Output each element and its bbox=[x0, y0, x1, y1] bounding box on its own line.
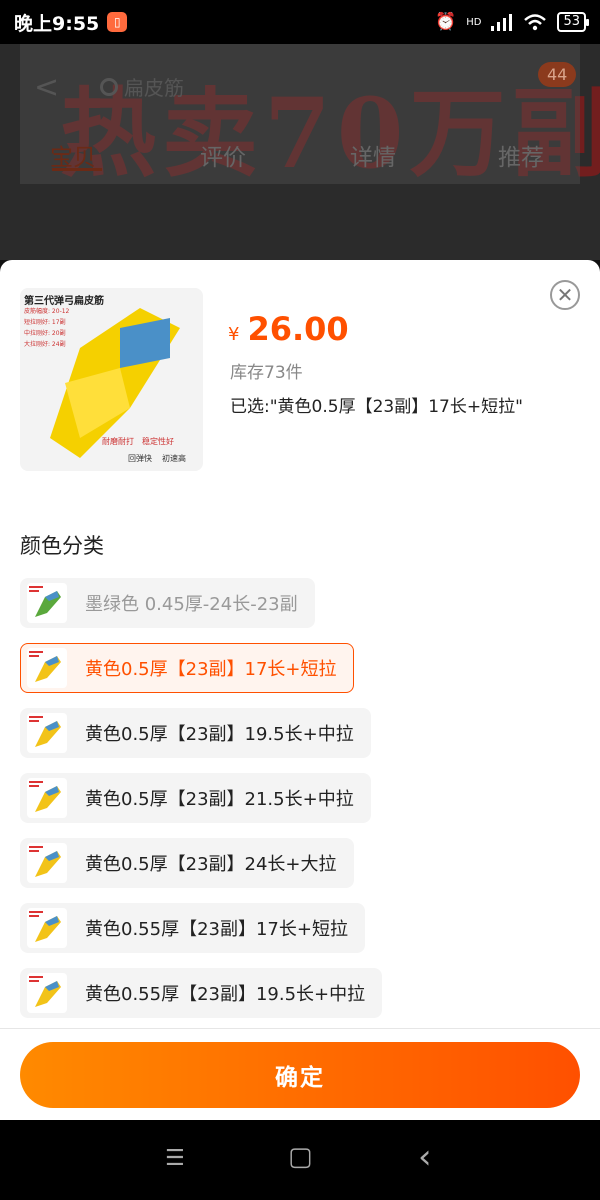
variant-option-label: 黄色0.55厚【23副】17长+短拉 bbox=[85, 919, 348, 940]
status-time: 晚上9:55 bbox=[14, 12, 100, 35]
variant-thumbnail bbox=[27, 648, 67, 688]
menu-icon[interactable]: ☰ bbox=[165, 1148, 185, 1170]
back-nav-icon[interactable]: ‹ bbox=[418, 1140, 432, 1174]
back-icon: < bbox=[34, 70, 60, 105]
tab-reviews: 评价 bbox=[200, 145, 246, 171]
variant-thumbnail bbox=[27, 908, 67, 948]
tab-baobei: 宝贝 bbox=[50, 145, 96, 171]
wifi-icon bbox=[524, 14, 547, 31]
image-feature: 耐磨耐打 bbox=[102, 437, 134, 446]
active-tab-indicator bbox=[52, 168, 102, 171]
tab-details: 详情 bbox=[350, 145, 396, 171]
variant-option-label: 黄色0.55厚【23副】19.5长+中拉 bbox=[85, 984, 366, 1005]
image-spec-line: 短拉刚好: 17副 bbox=[24, 319, 66, 326]
variant-option-label: 黄色0.5厚【23副】24长+大拉 bbox=[85, 854, 337, 875]
variant-thumbnail bbox=[27, 713, 67, 753]
search-icon bbox=[100, 77, 118, 96]
variant-option[interactable]: 黄色0.55厚【23副】17长+短拉 bbox=[20, 903, 365, 953]
alarm-icon: ⏰ bbox=[435, 12, 457, 32]
variant-option[interactable]: 黄色0.55厚【23副】19.5长+中拉 bbox=[20, 968, 383, 1018]
variant-thumbnail bbox=[27, 973, 67, 1013]
footer-divider bbox=[0, 1028, 600, 1029]
network-type-label: HD bbox=[466, 16, 482, 28]
variant-option[interactable]: 黄色0.5厚【23副】19.5长+中拉 bbox=[20, 708, 371, 758]
signal-icon bbox=[491, 14, 513, 31]
selected-variant-summary: 已选:"黄色0.5厚【23副】17长+短拉" bbox=[230, 397, 523, 417]
variant-thumbnail bbox=[27, 843, 67, 883]
image-feature-red: 耐磨耐打 稳定性好 bbox=[102, 436, 174, 447]
confirm-button[interactable]: 确定 bbox=[20, 1042, 580, 1108]
sku-selector-sheet: ✕ 第三代弹弓扁皮筋 皮筋幅度: 20-12 短拉刚好: 17副 中拉刚好: 2… bbox=[0, 260, 600, 1120]
battery-indicator: 53 bbox=[557, 12, 589, 32]
tab-recommend: 推荐 bbox=[498, 145, 544, 171]
status-icons: ⏰ HD 53 bbox=[435, 12, 589, 32]
price-value: 26.00 bbox=[247, 310, 349, 348]
variant-option-label: 黄色0.5厚【23副】17长+短拉 bbox=[85, 659, 337, 680]
status-bar: 晚上9:55 ▯ ⏰ HD 53 bbox=[0, 0, 600, 44]
image-feature: 初速高 bbox=[162, 454, 186, 463]
image-spec-line: 大拉刚好: 24副 bbox=[24, 341, 66, 348]
app-notification-icon: ▯ bbox=[107, 12, 128, 32]
stock-count: 库存73件 bbox=[230, 363, 303, 383]
background-product-page: 热卖70万副 < 扁皮筋 44 宝贝 评价 详情 推荐 bbox=[0, 44, 600, 260]
background-header bbox=[20, 44, 580, 184]
image-spec-lines: 皮筋幅度: 20-12 短拉刚好: 17副 中拉刚好: 20副 大拉刚好: 24… bbox=[24, 306, 69, 350]
close-button[interactable]: ✕ bbox=[550, 280, 580, 310]
image-caption-title: 第三代弹弓扁皮筋 bbox=[24, 296, 104, 307]
variant-option[interactable]: 黄色0.5厚【23副】21.5长+中拉 bbox=[20, 773, 371, 823]
variant-option[interactable]: 黄色0.5厚【23副】24长+大拉 bbox=[20, 838, 354, 888]
variant-option-label: 黄色0.5厚【23副】21.5长+中拉 bbox=[85, 789, 354, 810]
image-spec-line: 皮筋幅度: 20-12 bbox=[24, 308, 70, 315]
product-image[interactable]: 第三代弹弓扁皮筋 皮筋幅度: 20-12 短拉刚好: 17副 中拉刚好: 20副… bbox=[20, 288, 203, 471]
system-nav-bar: ☰ ▢ ‹ bbox=[0, 1120, 600, 1200]
variant-option[interactable]: 黄色0.5厚【23副】17长+短拉 bbox=[20, 643, 354, 693]
variant-option: 墨绿色 0.45厚-24长-23副 bbox=[20, 578, 315, 628]
price: ¥ 26.00 bbox=[228, 310, 349, 348]
image-spec-line: 中拉刚好: 20副 bbox=[24, 330, 66, 337]
variant-thumbnail bbox=[27, 583, 67, 623]
image-feature: 回弹快 bbox=[128, 454, 152, 463]
close-icon: ✕ bbox=[556, 283, 574, 307]
search-box: 扁皮筋 bbox=[100, 72, 184, 101]
variant-thumbnail bbox=[27, 778, 67, 818]
image-feature-black: 回弹快 初速高 bbox=[128, 453, 186, 464]
search-text: 扁皮筋 bbox=[124, 76, 184, 100]
image-feature: 稳定性好 bbox=[142, 437, 174, 446]
cart-badge: 44 bbox=[538, 62, 577, 87]
variant-option-label: 墨绿色 0.45厚-24长-23副 bbox=[85, 594, 298, 615]
home-icon[interactable]: ▢ bbox=[288, 1144, 313, 1170]
variant-option-label: 黄色0.5厚【23副】19.5长+中拉 bbox=[85, 724, 354, 745]
currency-symbol: ¥ bbox=[228, 324, 240, 345]
color-category-title: 颜色分类 bbox=[20, 534, 104, 558]
